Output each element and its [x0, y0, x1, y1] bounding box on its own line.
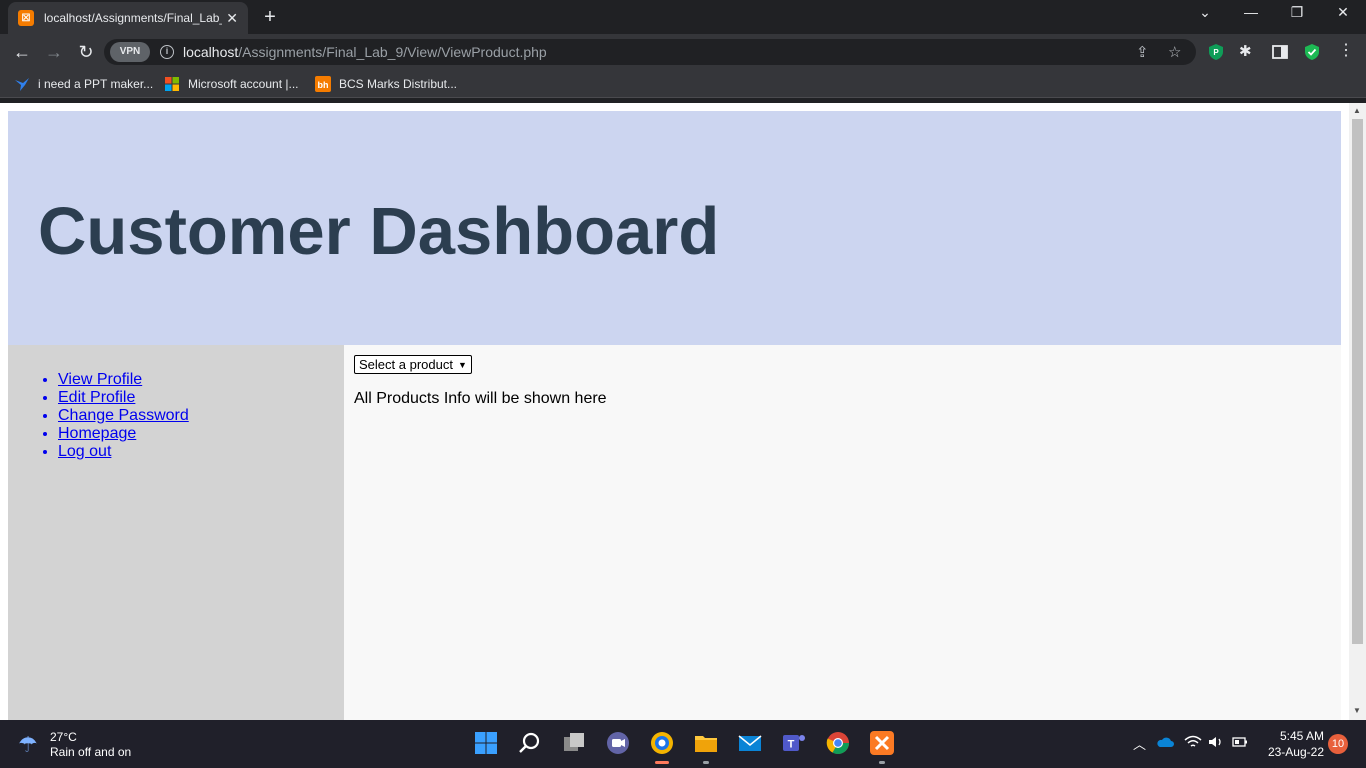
- notification-badge[interactable]: 10: [1328, 734, 1348, 754]
- close-tab-icon[interactable]: ✕: [226, 10, 238, 27]
- bookmark-label: i need a PPT maker...: [38, 77, 154, 91]
- page-viewport: Customer Dashboard View Profile Edit Pro…: [0, 103, 1366, 720]
- tab-title: localhost/Assignments/Final_Lab_9/View/V…: [44, 11, 222, 25]
- running-app-indicator: [703, 761, 709, 764]
- chrome-icon[interactable]: [825, 730, 851, 756]
- nav-item: View Profile: [58, 371, 189, 389]
- search-icon[interactable]: [517, 730, 543, 756]
- clock-date: 23-Aug-22: [1267, 745, 1324, 759]
- wifi-icon[interactable]: [1184, 735, 1202, 749]
- browser-tab[interactable]: ☒ localhost/Assignments/Final_Lab_9/View…: [8, 2, 248, 34]
- chevron-down-icon: ▼: [457, 359, 467, 370]
- browser-toolbar: ← → ↻ VPN i localhost/Assignments/Final_…: [0, 34, 1366, 70]
- windows-taskbar: ☂ 27°C Rain off and on T ︿ 5:45 AM 23-Au…: [0, 720, 1366, 768]
- dashboard-header: Customer Dashboard: [8, 111, 1341, 345]
- edit-profile-link[interactable]: Edit Profile: [58, 389, 135, 406]
- battery-icon[interactable]: [1231, 735, 1249, 749]
- system-clock[interactable]: 5:45 AM 23-Aug-22: [1262, 728, 1324, 760]
- vpn-badge[interactable]: VPN: [110, 42, 150, 62]
- view-profile-link[interactable]: View Profile: [58, 371, 142, 388]
- product-select[interactable]: Select a product ▼: [354, 355, 472, 374]
- back-button[interactable]: ←: [10, 40, 34, 64]
- vertical-scrollbar[interactable]: ▲ ▼: [1349, 103, 1366, 720]
- scrollbar-thumb[interactable]: [1352, 119, 1363, 644]
- bookmarks-bar: i need a PPT maker... Microsoft account …: [0, 70, 1366, 98]
- restore-button[interactable]: ❐: [1282, 4, 1312, 21]
- svg-text:bh: bh: [318, 80, 329, 90]
- extension-p-icon[interactable]: P: [1207, 43, 1225, 61]
- scroll-up-arrow-icon[interactable]: ▲: [1353, 106, 1361, 115]
- sidebar-nav: View Profile Edit Profile Change Passwor…: [8, 345, 344, 720]
- microsoft-icon: [165, 77, 179, 91]
- xampp-favicon-icon: ☒: [18, 10, 34, 26]
- nav-list: View Profile Edit Profile Change Passwor…: [58, 371, 189, 461]
- active-app-indicator: [655, 761, 669, 764]
- weather-description: Rain off and on: [50, 745, 132, 759]
- clock-time: 5:45 AM: [1279, 729, 1324, 743]
- menu-kebab-icon[interactable]: ⋮: [1338, 40, 1356, 59]
- change-password-link[interactable]: Change Password: [58, 407, 189, 424]
- bh-icon: bh: [315, 76, 331, 92]
- svg-text:T: T: [788, 739, 795, 751]
- logout-link[interactable]: Log out: [58, 443, 111, 460]
- forward-button[interactable]: →: [42, 40, 66, 64]
- product-select-value: Select a product: [359, 357, 453, 372]
- share-icon[interactable]: ⇪: [1136, 43, 1149, 61]
- close-window-button[interactable]: ✕: [1328, 4, 1358, 21]
- volume-icon[interactable]: [1207, 735, 1225, 749]
- url-path: /Assignments/Final_Lab_9/View/ViewProduc…: [238, 44, 547, 60]
- scroll-down-arrow-icon[interactable]: ▼: [1353, 706, 1361, 715]
- mail-icon[interactable]: [737, 730, 763, 756]
- weather-temp: 27°C: [50, 730, 77, 744]
- extensions-puzzle-icon[interactable]: ✱: [1239, 42, 1257, 60]
- products-info-text: All Products Info will be shown here: [354, 390, 607, 407]
- bookmark-label: BCS Marks Distribut...: [339, 77, 458, 91]
- tab-search-chevron-icon[interactable]: ⌄: [1190, 4, 1220, 21]
- page-title: Customer Dashboard: [38, 194, 720, 269]
- bookmark-ppt-maker[interactable]: i need a PPT maker...: [14, 76, 153, 92]
- task-view-icon[interactable]: [561, 730, 587, 756]
- svg-text:P: P: [1213, 48, 1219, 57]
- xampp-icon[interactable]: [869, 730, 895, 756]
- reload-button[interactable]: ↻: [74, 40, 98, 64]
- minimize-button[interactable]: —: [1236, 4, 1266, 20]
- file-explorer-icon[interactable]: [693, 730, 719, 756]
- bookmark-label: Microsoft account |...: [188, 77, 299, 91]
- bird-icon: [15, 78, 29, 91]
- tab-strip: ☒ localhost/Assignments/Final_Lab_9/View…: [0, 0, 1366, 34]
- microsoft-teams-icon[interactable]: T: [781, 730, 807, 756]
- shield-check-icon[interactable]: [1303, 43, 1321, 61]
- address-bar[interactable]: VPN i localhost/Assignments/Final_Lab_9/…: [104, 39, 1196, 65]
- show-hidden-icons-chevron-icon[interactable]: ︿: [1133, 734, 1146, 753]
- nav-item: Change Password: [58, 407, 189, 425]
- main-content: Select a product ▼ All Products Info wil…: [344, 345, 1341, 720]
- vpn-browser-icon[interactable]: [649, 730, 675, 756]
- nav-item: Edit Profile: [58, 389, 189, 407]
- url-text[interactable]: localhost/Assignments/Final_Lab_9/View/V…: [183, 44, 547, 60]
- windows-start-icon[interactable]: [473, 730, 499, 756]
- bookmark-star-icon[interactable]: ☆: [1168, 43, 1181, 61]
- nav-item: Homepage: [58, 425, 189, 443]
- nav-item: Log out: [58, 443, 189, 461]
- url-host: localhost: [183, 44, 239, 60]
- new-tab-button[interactable]: +: [258, 6, 282, 28]
- running-app-indicator: [879, 761, 885, 764]
- teams-chat-icon[interactable]: [605, 730, 631, 756]
- onedrive-cloud-icon[interactable]: [1156, 735, 1174, 749]
- umbrella-rain-icon: ☂: [18, 732, 38, 757]
- weather-widget[interactable]: ☂ 27°C Rain off and on: [18, 730, 131, 760]
- side-panel-icon[interactable]: [1271, 43, 1289, 61]
- bookmark-microsoft-account[interactable]: Microsoft account |...: [164, 76, 299, 92]
- bookmark-bcs-marks[interactable]: bh BCS Marks Distribut...: [315, 76, 457, 92]
- site-info-icon[interactable]: i: [160, 45, 174, 59]
- homepage-link[interactable]: Homepage: [58, 425, 136, 442]
